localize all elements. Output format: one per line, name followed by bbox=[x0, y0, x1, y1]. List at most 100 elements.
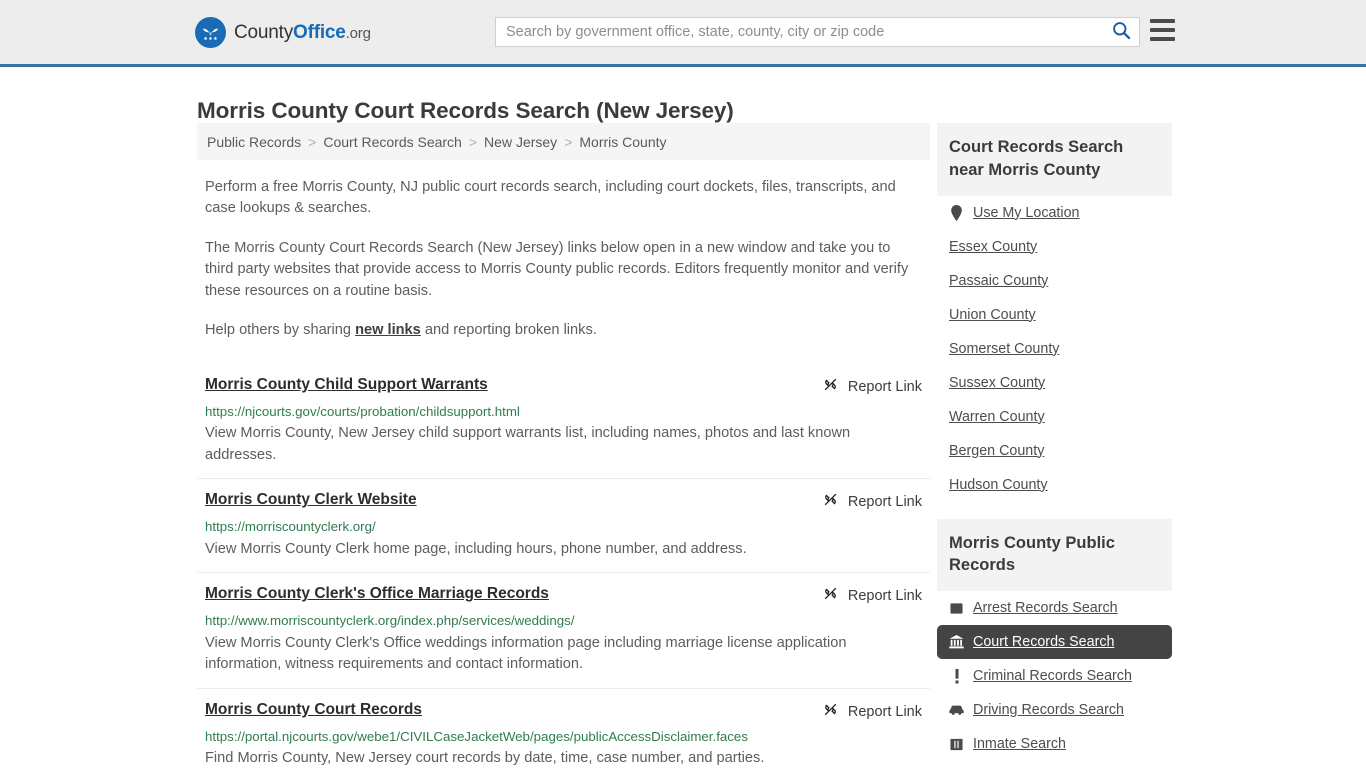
result-item: Morris County Clerk Website Report Link ht… bbox=[197, 478, 930, 572]
page-body: Morris County Court Records Search (New … bbox=[0, 67, 1366, 766]
sidebar-item-somerset-county[interactable]: Somerset County bbox=[937, 332, 1172, 366]
sidebar-item-label[interactable]: Driving Records Search bbox=[973, 702, 1124, 718]
car-icon bbox=[949, 703, 964, 718]
search-input[interactable] bbox=[496, 18, 1103, 46]
site-logo[interactable]: CountyOffice.org bbox=[195, 17, 371, 48]
sidebar-item-label[interactable]: Union County bbox=[949, 307, 1036, 323]
breadcrumb-item-1[interactable]: Court Records Search bbox=[323, 134, 462, 150]
result-url[interactable]: https://njcourts.gov/courts/probation/ch… bbox=[205, 404, 922, 421]
sidebar-item-label[interactable]: Essex County bbox=[949, 239, 1037, 255]
result-header: Morris County Child Support Warrants Repo… bbox=[205, 375, 922, 398]
breadcrumb-item-2[interactable]: New Jersey bbox=[484, 134, 557, 150]
breadcrumb-separator: > bbox=[564, 133, 573, 150]
sidebar-item-label[interactable]: Court Records Search bbox=[973, 634, 1114, 650]
report-link-label: Report Link bbox=[847, 378, 922, 395]
report-link-label: Report Link bbox=[847, 703, 922, 720]
sidebar-item-sussex-county[interactable]: Sussex County bbox=[937, 366, 1172, 400]
sidebar-public-records-heading: Morris County Public Records bbox=[937, 518, 1172, 592]
content-layout: Public Records > Court Records Search > … bbox=[197, 123, 1172, 768]
sidebar-item-label[interactable]: Hudson County bbox=[949, 477, 1048, 493]
result-title-link[interactable]: Morris County Clerk Website bbox=[205, 490, 417, 509]
sidebar-item-essex-county[interactable]: Essex County bbox=[937, 230, 1172, 264]
main-column: Public Records > Court Records Search > … bbox=[197, 123, 930, 768]
result-url[interactable]: https://morriscountyclerk.org/ bbox=[205, 519, 922, 536]
exclamation-icon bbox=[949, 668, 964, 684]
result-header: Morris County Court Records Report Link bbox=[205, 700, 922, 723]
jail-icon bbox=[949, 737, 964, 752]
report-link-button[interactable]: Report Link bbox=[822, 375, 922, 398]
result-title-link[interactable]: Morris County Clerk's Office Marriage Re… bbox=[205, 584, 549, 603]
breadcrumb-item-0[interactable]: Public Records bbox=[207, 134, 301, 150]
countyoffice-eagle-logo-icon bbox=[195, 17, 226, 48]
sidebar-item-label[interactable]: Use My Location bbox=[973, 205, 1079, 221]
intro-p3-after: and reporting broken links. bbox=[420, 322, 597, 339]
result-title-link[interactable]: Morris County Court Records bbox=[205, 700, 422, 719]
broken-link-icon bbox=[822, 585, 839, 607]
intro-paragraph-2: The Morris County Court Records Search (… bbox=[205, 239, 909, 299]
search-button[interactable] bbox=[1103, 18, 1139, 46]
results-list: Morris County Child Support Warrants Repo… bbox=[197, 364, 930, 768]
search-bar[interactable] bbox=[495, 17, 1140, 47]
hamburger-bar-2 bbox=[1150, 28, 1175, 32]
sidebar-item-criminal-records-search[interactable]: Criminal Records Search bbox=[937, 659, 1172, 693]
hamburger-bar-3 bbox=[1150, 37, 1175, 41]
broken-link-icon bbox=[822, 376, 839, 398]
report-link-button[interactable]: Report Link bbox=[822, 584, 922, 607]
new-links-link[interactable]: new links bbox=[355, 322, 421, 338]
result-header: Morris County Clerk's Office Marriage Re… bbox=[205, 584, 922, 607]
breadcrumb-separator: > bbox=[468, 133, 478, 150]
sidebar-nearby-list: Use My Location Essex County Passaic Count… bbox=[937, 196, 1172, 502]
sidebar-item-use-my-location[interactable]: Use My Location bbox=[937, 196, 1172, 230]
sidebar-item-hudson-county[interactable]: Hudson County bbox=[937, 468, 1172, 502]
report-link-button[interactable]: Report Link bbox=[822, 490, 922, 513]
result-description: View Morris County Clerk's Office weddin… bbox=[205, 634, 847, 673]
result-item: Morris County Child Support Warrants Repo… bbox=[197, 364, 930, 478]
result-description: View Morris County Clerk home page, incl… bbox=[205, 540, 747, 557]
logo-text-office: Office bbox=[293, 21, 346, 43]
sidebar-item-label[interactable]: Somerset County bbox=[949, 341, 1059, 357]
result-url[interactable]: http://www.morriscountyclerk.org/index.p… bbox=[205, 613, 922, 630]
broken-link-icon bbox=[822, 701, 839, 723]
sidebar-item-label[interactable]: Warren County bbox=[949, 409, 1045, 425]
report-link-button[interactable]: Report Link bbox=[822, 700, 922, 723]
intro-paragraph-1: Perform a free Morris County, NJ public … bbox=[205, 179, 896, 217]
logo-text-county: County bbox=[234, 21, 294, 43]
sidebar-item-arrest-records-search[interactable]: Arrest Records Search bbox=[937, 591, 1172, 625]
sidebar-item-driving-records-search[interactable]: Driving Records Search bbox=[937, 693, 1172, 727]
sidebar-public-records-card: Morris County Public Records Arrest Reco… bbox=[937, 518, 1172, 762]
intro-p3-before: Help others by sharing bbox=[205, 322, 356, 339]
page-title: Morris County Court Records Search (New … bbox=[197, 98, 734, 124]
result-header: Morris County Clerk Website Report Link bbox=[205, 490, 922, 513]
sidebar-item-label[interactable]: Inmate Search bbox=[973, 736, 1066, 752]
sidebar-item-union-county[interactable]: Union County bbox=[937, 298, 1172, 332]
intro-text: Perform a free Morris County, NJ public … bbox=[197, 177, 930, 342]
report-link-label: Report Link bbox=[847, 494, 922, 511]
sidebar-item-inmate-search[interactable]: Inmate Search bbox=[937, 727, 1172, 761]
sidebar-item-warren-county[interactable]: Warren County bbox=[937, 400, 1172, 434]
sidebar-item-label[interactable]: Arrest Records Search bbox=[973, 600, 1118, 616]
result-url[interactable]: https://portal.njcourts.gov/webe1/CIVILC… bbox=[205, 729, 922, 746]
sidebar-item-bergen-county[interactable]: Bergen County bbox=[937, 434, 1172, 468]
hamburger-menu-icon[interactable] bbox=[1150, 19, 1175, 41]
sidebar-nearby-heading: Court Records Search near Morris County bbox=[937, 123, 1172, 196]
result-item: Morris County Court Records Report Link ht… bbox=[197, 687, 930, 768]
map-pin-icon bbox=[949, 204, 964, 221]
sidebar-item-court-records-search[interactable]: Court Records Search bbox=[937, 625, 1172, 660]
result-description: View Morris County, New Jersey child sup… bbox=[205, 425, 851, 463]
logo-text-org: .org bbox=[345, 24, 371, 42]
hamburger-bar-1 bbox=[1150, 19, 1175, 23]
result-title-link[interactable]: Morris County Child Support Warrants bbox=[205, 375, 488, 394]
sidebar-item-label[interactable]: Passaic County bbox=[949, 273, 1048, 289]
sidebar-item-passaic-county[interactable]: Passaic County bbox=[937, 264, 1172, 298]
sidebar-public-records-list: Arrest Records Search Court Records Searc… bbox=[937, 591, 1172, 761]
broken-link-icon bbox=[822, 491, 839, 513]
search-icon bbox=[1112, 21, 1131, 43]
breadcrumb-separator: > bbox=[308, 133, 317, 150]
site-logo-text: CountyOffice.org bbox=[234, 22, 371, 44]
sidebar-nearby-card: Court Records Search near Morris County … bbox=[937, 123, 1172, 502]
sidebar-item-label[interactable]: Bergen County bbox=[949, 443, 1044, 459]
breadcrumb-item-3: Morris County bbox=[579, 133, 667, 150]
sidebar-item-label[interactable]: Criminal Records Search bbox=[973, 668, 1132, 684]
sidebar-item-label[interactable]: Sussex County bbox=[949, 375, 1045, 391]
